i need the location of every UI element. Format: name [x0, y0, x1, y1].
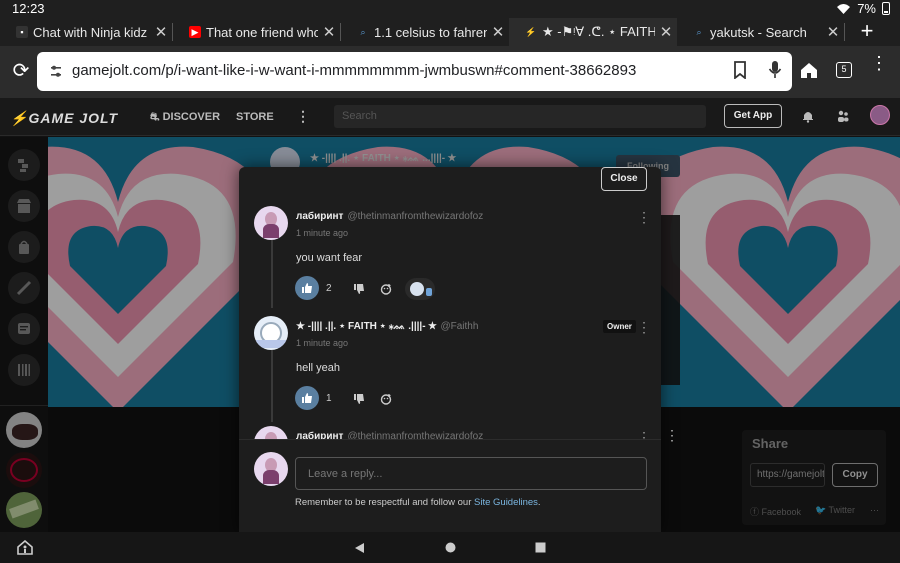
clock: 12:23	[12, 1, 45, 16]
tab-title: ★ -⚑ᵎ∀ .ᕦ. ⋆ FAITH ⋆ ⁎	[542, 24, 655, 39]
browser-menu-icon[interactable]: ⋮	[870, 54, 888, 72]
like-count: 1	[326, 393, 332, 404]
tab-yakutsk[interactable]: ⌕ yakutsk - Search ✕	[677, 18, 844, 46]
recents-icon[interactable]	[535, 542, 546, 553]
comment-timestamp[interactable]: 1 minute ago	[296, 338, 348, 348]
comment-more-icon[interactable]: ⋮	[637, 320, 651, 334]
close-tab-icon[interactable]: ✕	[655, 23, 677, 41]
site-search-input[interactable]: Search	[334, 105, 706, 128]
comment-author[interactable]: ★ -|||| .||. ⋆ FAITH ⋆ ⁎ᨐ .||||- ★ @Faith…	[296, 321, 478, 332]
android-status-bar: 12:23 7%	[0, 0, 900, 18]
tab-faith-active[interactable]: ⚡ ★ -⚑ᵎ∀ .ᕦ. ⋆ FAITH ⋆ ⁎ ✕	[509, 18, 677, 46]
user-avatar[interactable]	[870, 105, 890, 125]
thumbs-up-icon	[302, 283, 312, 293]
tab-title: 1.1 celsius to fahrenheit	[374, 24, 487, 40]
browser-tab-strip: ▪ Chat with Ninja kidz TV ✕ ▶ That one f…	[0, 18, 900, 46]
nav-store[interactable]: STORE	[236, 111, 274, 123]
comment-author[interactable]: лабиринт @thetinmanfromthewizardofoz	[296, 431, 483, 439]
back-icon[interactable]	[354, 542, 365, 554]
nav-more-icon[interactable]: ⋮	[296, 108, 310, 125]
add-reaction-icon[interactable]	[380, 283, 392, 295]
bookmark-icon[interactable]	[733, 61, 747, 79]
battery-icon	[882, 2, 890, 15]
comment-timestamp[interactable]: 1 minute ago	[296, 228, 348, 238]
search-favicon-icon: ⌕	[360, 26, 366, 37]
youtube-favicon-icon: ▶	[189, 26, 201, 38]
reply-input[interactable]: Leave a reply...	[295, 457, 647, 490]
home-button-icon[interactable]	[445, 542, 456, 553]
search-favicon-icon: ⌕	[696, 26, 702, 37]
tab-title: yakutsk - Search	[710, 24, 807, 40]
home-icon[interactable]	[800, 61, 818, 79]
comment-avatar[interactable]	[254, 206, 288, 240]
wifi-icon	[837, 3, 851, 14]
url-text[interactable]: gamejolt.com/p/i-want-like-i-w-want-i-mm…	[72, 62, 636, 79]
mic-icon[interactable]	[768, 60, 782, 80]
like-button[interactable]	[295, 276, 319, 300]
new-tab-icon[interactable]: +	[845, 18, 889, 46]
post-more-icon[interactable]: ⋮	[665, 428, 679, 442]
comment-author[interactable]: лабиринт @thetinmanfromthewizardofoz	[296, 211, 483, 222]
close-tab-icon[interactable]: ✕	[150, 23, 172, 41]
thumbs-down-icon[interactable]	[353, 393, 365, 405]
address-bar[interactable]: gamejolt.com/p/i-want-like-i-w-want-i-mm…	[37, 52, 792, 91]
accessibility-home-icon[interactable]	[17, 540, 33, 555]
comment-body: you want fear	[296, 252, 363, 264]
nav-discover[interactable]: ⛐ DISCOVER	[150, 111, 220, 125]
reaction-sticker[interactable]	[405, 278, 435, 300]
close-tab-icon[interactable]: ✕	[318, 23, 340, 41]
thumbs-down-icon[interactable]	[353, 283, 365, 295]
my-avatar	[254, 452, 288, 486]
screen: 12:23 7% ▪ Chat with Ninja kidz TV ✕ ▶ T…	[0, 0, 900, 563]
ninja-kidz-favicon-icon: ▪	[16, 26, 28, 38]
close-tab-icon[interactable]: ✕	[822, 23, 844, 41]
thumbs-up-icon	[302, 393, 312, 403]
friends-icon[interactable]	[836, 109, 850, 123]
close-tab-icon[interactable]: ✕	[487, 23, 509, 41]
like-count: 2	[326, 283, 332, 294]
get-app-button[interactable]: Get App	[724, 104, 782, 128]
notifications-bell-icon[interactable]	[801, 109, 815, 123]
comment-avatar[interactable]	[254, 426, 288, 439]
gamejolt-favicon-icon: ⚡	[525, 26, 537, 37]
site-settings-icon[interactable]	[50, 65, 62, 78]
gamejolt-header: ⚡GAME JOLT ⛐ DISCOVER STORE ⋮ Search Get…	[0, 98, 900, 136]
owner-badge: Owner	[603, 320, 636, 333]
battery-percent: 7%	[857, 1, 876, 16]
tab-switcher-button[interactable]: 5	[836, 62, 852, 78]
comment-body: hell yeah	[296, 362, 341, 374]
tab-title: That one friend who is	[206, 24, 318, 40]
add-reaction-icon[interactable]	[380, 393, 392, 405]
tab-youtube[interactable]: ▶ That one friend who is ✕	[173, 18, 340, 46]
reload-icon[interactable]: ⟳	[10, 60, 32, 82]
comment-more-icon[interactable]: ⋮	[637, 210, 651, 224]
tab-ninja-kidz[interactable]: ▪ Chat with Ninja kidz TV ✕	[0, 18, 172, 46]
gamejolt-logo[interactable]: ⚡GAME JOLT	[10, 110, 118, 127]
comment-partial: лабиринт @thetinmanfromthewizardofoz ⋮	[239, 420, 661, 439]
browser-toolbar: ⟳ gamejolt.com/p/i-want-like-i-w-want-i-…	[0, 46, 900, 98]
tab-celsius[interactable]: ⌕ 1.1 celsius to fahrenheit ✕	[341, 18, 509, 46]
guidelines-note: Remember to be respectful and follow our…	[295, 497, 541, 508]
like-button[interactable]	[295, 386, 319, 410]
comment-avatar[interactable]	[254, 316, 288, 350]
site-guidelines-link[interactable]: Site Guidelines	[474, 497, 538, 508]
android-nav-bar	[0, 532, 900, 563]
close-modal-button[interactable]: Close	[601, 167, 647, 191]
tab-title: Chat with Ninja kidz TV	[33, 24, 150, 40]
